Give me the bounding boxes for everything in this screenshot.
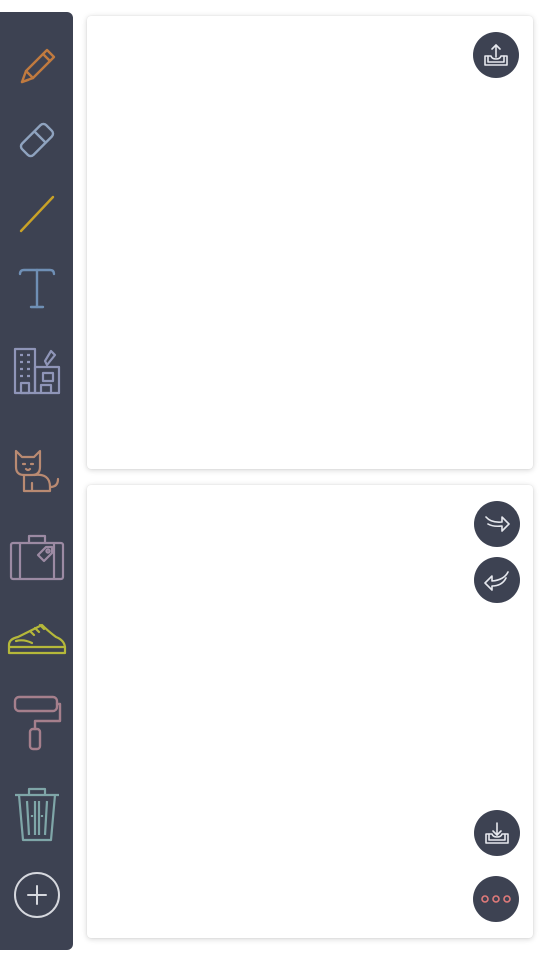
add-tool-button[interactable] [0, 863, 73, 927]
upload-button[interactable] [473, 32, 519, 78]
trash-icon [14, 787, 59, 842]
download-button[interactable] [474, 810, 520, 856]
text-tool[interactable] [0, 257, 73, 321]
building-icon [13, 347, 60, 395]
more-options-button[interactable] [473, 876, 519, 922]
text-icon [18, 268, 55, 309]
more-icon [481, 895, 511, 903]
eraser-tool[interactable] [0, 107, 73, 171]
trash-tool[interactable] [0, 782, 73, 846]
line-icon [19, 195, 54, 233]
sneaker-tool[interactable] [0, 607, 73, 671]
bottom-canvas-panel[interactable] [87, 485, 533, 938]
upload-icon [484, 44, 508, 66]
suitcase-icon [9, 534, 64, 581]
suitcase-tool[interactable] [0, 525, 73, 589]
paint-roller-tool[interactable] [0, 690, 73, 754]
sneaker-icon [7, 623, 66, 655]
undo-button[interactable] [474, 557, 520, 603]
redo-button[interactable] [474, 501, 520, 547]
pencil-tool[interactable] [0, 33, 73, 97]
cat-tool[interactable] [0, 438, 73, 502]
undo-icon [484, 571, 509, 591]
plus-circle-icon [13, 872, 60, 918]
line-tool[interactable] [0, 182, 73, 246]
buildings-tool[interactable] [0, 339, 73, 403]
download-icon [485, 822, 509, 844]
paint-roller-icon [13, 695, 61, 751]
redo-icon [485, 516, 510, 532]
eraser-icon [19, 122, 54, 158]
top-canvas-panel[interactable] [87, 16, 533, 469]
tool-sidebar [0, 12, 73, 950]
pencil-icon [20, 48, 55, 84]
cat-icon [14, 449, 59, 493]
